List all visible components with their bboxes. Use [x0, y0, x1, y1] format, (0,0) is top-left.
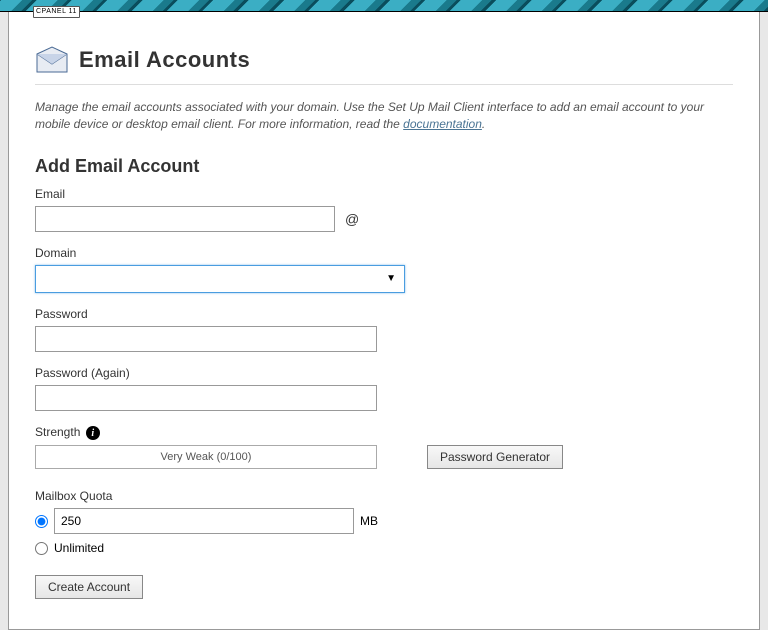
header-pattern — [0, 0, 768, 12]
divider — [35, 84, 733, 85]
intro-text-after: . — [482, 117, 485, 131]
password-again-label: Password (Again) — [35, 366, 733, 380]
create-account-button[interactable]: Create Account — [35, 575, 143, 599]
quota-size-input[interactable] — [54, 508, 354, 534]
envelope-icon — [35, 46, 69, 74]
strength-label-text: Strength — [35, 425, 80, 439]
strength-field-row: Strength i Very Weak (0/100) Password Ge… — [35, 425, 733, 470]
quota-size-radio[interactable] — [35, 515, 48, 528]
password-label: Password — [35, 307, 733, 321]
intro-text: Manage the email accounts associated wit… — [35, 99, 733, 134]
section-title: Add Email Account — [35, 156, 733, 177]
chevron-down-icon: ▼ — [386, 273, 396, 284]
documentation-link[interactable]: documentation — [403, 117, 482, 131]
domain-label: Domain — [35, 246, 733, 260]
email-input[interactable] — [35, 206, 335, 232]
quota-unlimited-radio[interactable] — [35, 542, 48, 555]
email-label: Email — [35, 187, 733, 201]
password-generator-button[interactable]: Password Generator — [427, 445, 563, 469]
quota-size-row: MB — [35, 508, 733, 534]
page-title: Email Accounts — [79, 47, 250, 73]
quota-field-row: Mailbox Quota MB Unlimited — [35, 489, 733, 555]
domain-field-row: Domain ▼ — [35, 246, 733, 293]
strength-meter: Very Weak (0/100) — [35, 445, 377, 469]
quota-unit: MB — [360, 514, 378, 528]
password-again-input[interactable] — [35, 385, 377, 411]
at-symbol: @ — [345, 211, 359, 227]
email-field-row: Email @ — [35, 187, 733, 232]
intro-text-before: Manage the email accounts associated wit… — [35, 100, 704, 131]
quota-unlimited-label: Unlimited — [54, 541, 104, 555]
password-again-field-row: Password (Again) — [35, 366, 733, 411]
strength-label: Strength i — [35, 425, 733, 441]
content-frame: CPANEL 11 Email Accounts Manage the emai… — [8, 12, 760, 630]
quota-label: Mailbox Quota — [35, 489, 733, 503]
page-title-row: Email Accounts — [35, 46, 733, 74]
domain-select[interactable]: ▼ — [35, 265, 405, 293]
quota-unlimited-row: Unlimited — [35, 541, 733, 555]
cpanel-badge: CPANEL 11 — [33, 6, 80, 18]
password-input[interactable] — [35, 326, 377, 352]
password-field-row: Password — [35, 307, 733, 352]
info-icon[interactable]: i — [86, 426, 100, 440]
